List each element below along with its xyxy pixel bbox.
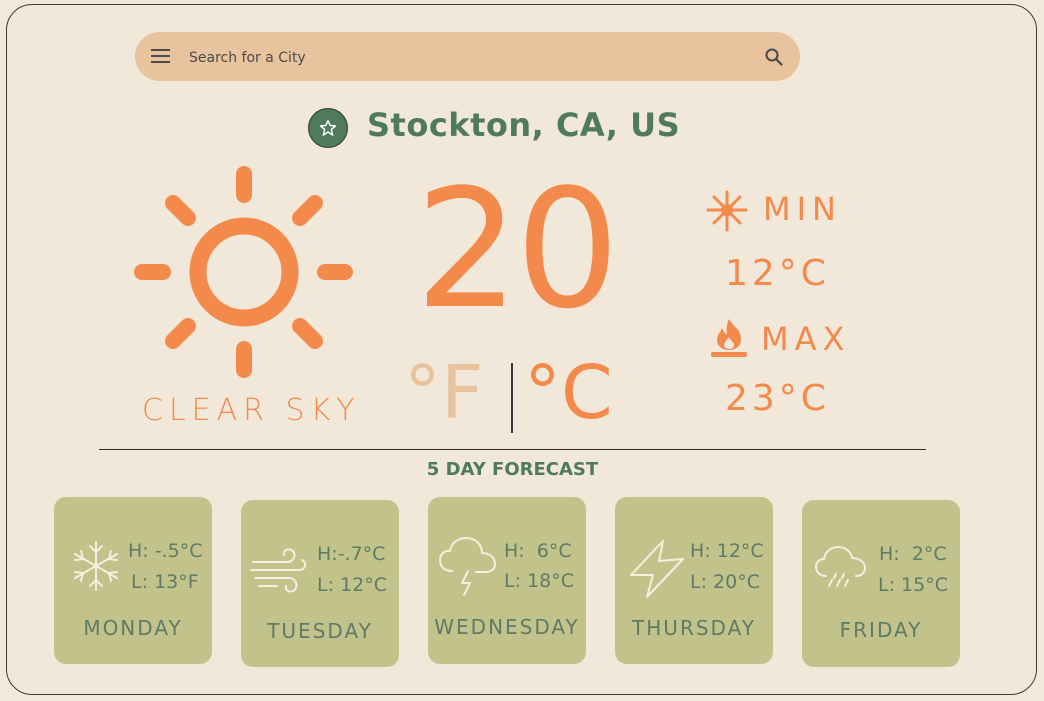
forecast-low: L: 20°C [690, 571, 760, 593]
forecast-day: THURSDAY [632, 616, 756, 640]
unit-divider [511, 363, 513, 433]
forecast-card-monday[interactable]: H: -.5°C L: 13°F MONDAY [54, 497, 212, 664]
forecast-day: TUESDAY [267, 619, 373, 643]
forecast-card-friday[interactable]: H: 2°C L: 15°C FRIDAY [802, 500, 960, 667]
forecast-high: H:-.7°C [317, 543, 386, 565]
forecast-day: FRIDAY [839, 618, 923, 642]
forecast-low: L: 15°C [878, 574, 948, 596]
forecast-high: H: 6°C [504, 540, 572, 562]
current-temperature: 20 [415, 154, 620, 345]
menu-icon[interactable] [151, 49, 170, 63]
search-icon[interactable] [764, 47, 784, 67]
lightning-icon [630, 540, 684, 598]
forecast-low: L: 13°F [131, 571, 199, 593]
forecast-card-thursday[interactable]: H: 12°C L: 20°C THURSDAY [615, 497, 773, 664]
search-input[interactable] [187, 42, 751, 73]
forecast-high: H: -.5°C [128, 540, 203, 562]
forecast-low: L: 18°C [504, 570, 574, 592]
favorite-button[interactable] [308, 108, 348, 148]
wind-icon [250, 548, 307, 593]
sun-icon [134, 166, 353, 378]
fahrenheit-toggle[interactable]: °F [404, 356, 484, 430]
forecast-title: 5 DAY FORECAST [426, 459, 599, 480]
thunderstorm-icon [439, 537, 496, 596]
snowflake-icon [74, 541, 118, 591]
forecast-day: MONDAY [83, 616, 183, 640]
fire-icon [711, 319, 747, 357]
forecast-day: WEDNESDAY [434, 615, 580, 639]
max-label: MAX [761, 320, 851, 358]
min-label: MIN [763, 190, 842, 228]
snowflake-sparkle-icon [706, 190, 748, 232]
forecast-card-tuesday[interactable]: H:-.7°C L: 12°C TUESDAY [241, 500, 399, 667]
forecast-card-wednesday[interactable]: H: 6°C L: 18°C WEDNESDAY [428, 497, 586, 664]
section-divider [99, 449, 926, 450]
search-bar[interactable] [135, 32, 800, 81]
forecast-high: H: 12°C [690, 540, 764, 562]
rain-cloud-icon [814, 545, 867, 587]
weather-condition: CLEAR SKY [142, 393, 361, 428]
forecast-high: H: 2°C [879, 543, 947, 565]
star-icon [319, 119, 337, 136]
city-name: Stockton, CA, US [367, 106, 681, 144]
max-temperature: 23°C [725, 378, 830, 419]
forecast-low: L: 12°C [317, 574, 387, 596]
celsius-toggle[interactable]: °C [524, 356, 613, 430]
min-temperature: 12°C [725, 253, 830, 294]
